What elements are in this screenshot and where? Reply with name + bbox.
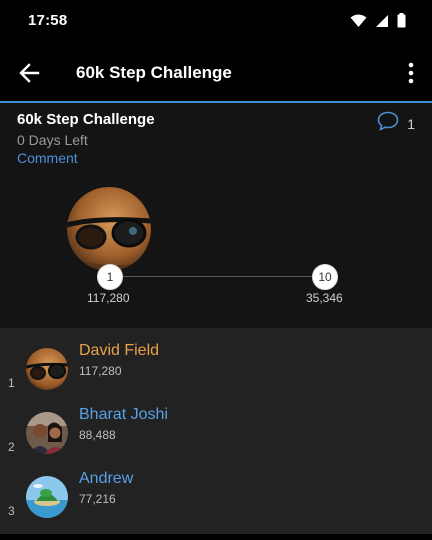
start-rank: 1 [106, 270, 114, 284]
app-bar: 60k Step Challenge [0, 42, 432, 101]
comment-bubble-icon [377, 111, 399, 136]
leader-avatar [67, 187, 151, 271]
status-time: 17:58 [28, 12, 68, 29]
overflow-menu-button[interactable] [404, 60, 418, 86]
leaderboard-list: 1 David Field 117,280 2 Bharat Joshi 88,… [0, 328, 432, 534]
rank-number: 2 [8, 440, 15, 454]
start-steps: 117,280 [87, 291, 130, 305]
avatar [26, 412, 68, 454]
signal-icon [375, 14, 389, 33]
participant-steps: 117,280 [79, 364, 122, 378]
more-vert-icon [404, 62, 418, 90]
back-button[interactable] [16, 59, 44, 87]
comment-count: 1 [407, 115, 415, 132]
leaderboard-row[interactable]: 1 David Field 117,280 [0, 342, 432, 412]
end-rank: 10 [318, 270, 332, 284]
page-title: 60k Step Challenge [76, 63, 232, 82]
rank-number: 1 [8, 376, 15, 390]
battery-icon [397, 13, 406, 33]
progress-track [110, 276, 324, 277]
end-rank-marker: 10 [312, 264, 338, 290]
leaderboard-row[interactable]: 2 Bharat Joshi 88,488 [0, 406, 432, 476]
challenge-title: 60k Step Challenge [17, 111, 155, 128]
start-rank-marker: 1 [97, 264, 123, 290]
leaderboard-row[interactable]: 3 Andrew 77,216 [0, 470, 432, 540]
participant-name: David Field [79, 342, 160, 359]
comment-count-button[interactable]: 1 [377, 111, 415, 136]
arrow-left-icon [16, 63, 44, 91]
comment-link[interactable]: Comment [17, 150, 78, 166]
status-bar: 17:58 [0, 0, 432, 42]
participant-name: Bharat Joshi [79, 406, 168, 423]
avatar [26, 348, 68, 390]
participant-steps: 77,216 [79, 492, 116, 506]
end-steps: 35,346 [306, 291, 343, 305]
wifi-icon [350, 14, 367, 33]
rank-number: 3 [8, 504, 15, 518]
challenge-header: 60k Step Challenge 0 Days Left Comment 1 [0, 103, 432, 328]
days-left: 0 Days Left [17, 132, 88, 148]
participant-steps: 88,488 [79, 428, 116, 442]
status-icons [350, 13, 406, 33]
participant-name: Andrew [79, 470, 134, 487]
avatar [26, 476, 68, 518]
